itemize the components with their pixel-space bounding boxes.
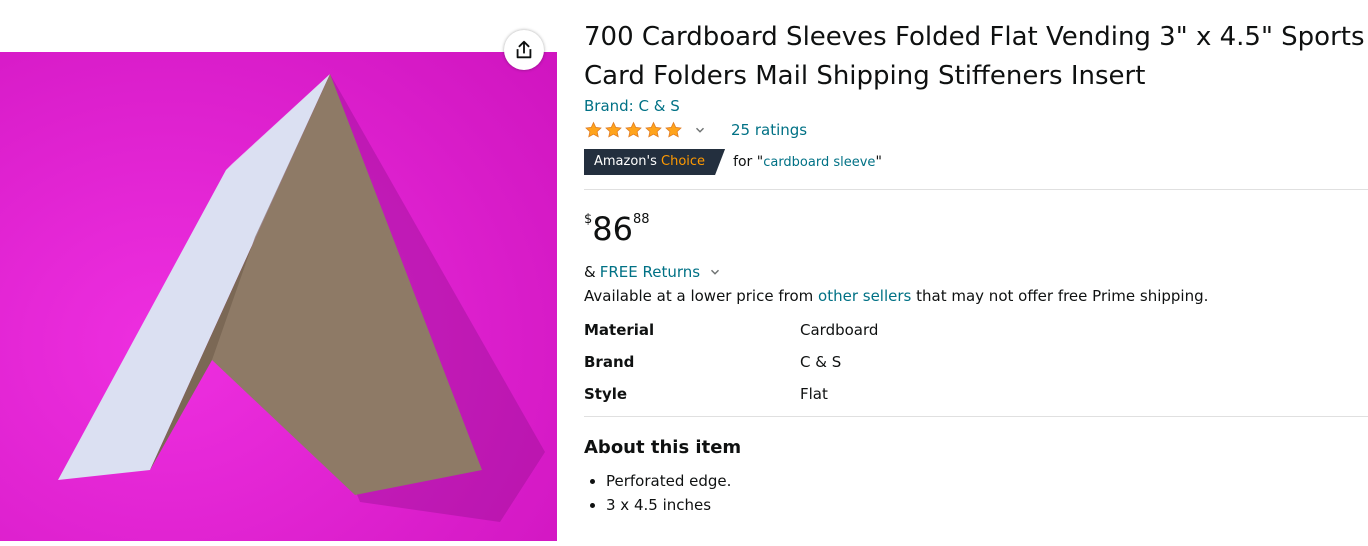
star-icon bbox=[585, 121, 602, 138]
product-photo-cardboard-sleeve bbox=[0, 52, 557, 541]
badge-prefix: Amazon's bbox=[594, 154, 657, 169]
price: $8688 bbox=[584, 210, 650, 248]
divider bbox=[584, 416, 1368, 417]
badge-for-suffix: " bbox=[875, 154, 882, 170]
list-item: 3 x 4.5 inches bbox=[606, 493, 731, 517]
star-icon bbox=[605, 121, 622, 138]
product-image[interactable] bbox=[0, 52, 557, 541]
rating-row: 25 ratings bbox=[584, 119, 807, 141]
share-icon bbox=[516, 40, 532, 59]
chevron-down-icon[interactable] bbox=[708, 265, 722, 279]
amazons-choice-row: Amazon's Choice for "cardboard sleeve" bbox=[584, 149, 882, 175]
badge-for-prefix: for " bbox=[733, 154, 764, 170]
about-this-item-heading: About this item bbox=[584, 437, 742, 458]
share-button[interactable] bbox=[504, 30, 544, 70]
returns-row: & FREE Returns bbox=[584, 263, 722, 281]
amazons-choice-badge: Amazon's Choice bbox=[584, 149, 725, 175]
badge-for-text: for "cardboard sleeve" bbox=[733, 154, 882, 170]
spec-key: Style bbox=[584, 385, 628, 403]
spec-value: Cardboard bbox=[800, 321, 879, 339]
availability-text: Available at a lower price from other se… bbox=[584, 287, 1208, 305]
product-title: 700 Cardboard Sleeves Folded Flat Vendin… bbox=[584, 22, 1365, 91]
spec-key: Brand bbox=[584, 353, 635, 371]
other-sellers-link[interactable]: other sellers bbox=[818, 287, 911, 305]
star-rating[interactable] bbox=[584, 121, 683, 139]
availability-prefix: Available at a lower price from bbox=[584, 287, 819, 305]
star-icon bbox=[625, 121, 642, 138]
price-symbol: $ bbox=[584, 212, 593, 227]
badge-search-term-link[interactable]: cardboard sleeve bbox=[763, 155, 875, 170]
brand-link[interactable]: Brand: C & S bbox=[584, 97, 680, 115]
free-returns-link[interactable]: FREE Returns bbox=[600, 263, 700, 281]
about-bullets: Perforated edge. 3 x 4.5 inches bbox=[584, 469, 731, 517]
spec-value: C & S bbox=[800, 353, 842, 371]
returns-prefix: & bbox=[584, 263, 596, 281]
price-fraction: 88 bbox=[633, 212, 650, 227]
list-item: Perforated edge. bbox=[606, 469, 731, 493]
star-icon bbox=[645, 121, 662, 138]
price-whole: 86 bbox=[592, 210, 633, 248]
chevron-down-icon[interactable] bbox=[693, 123, 707, 137]
badge-choice: Choice bbox=[661, 154, 706, 169]
star-icon bbox=[665, 121, 682, 138]
ratings-count-link[interactable]: 25 ratings bbox=[731, 121, 807, 139]
divider bbox=[584, 189, 1368, 190]
availability-suffix: that may not offer free Prime shipping. bbox=[911, 287, 1209, 305]
spec-value: Flat bbox=[800, 385, 828, 403]
spec-key: Material bbox=[584, 321, 655, 339]
